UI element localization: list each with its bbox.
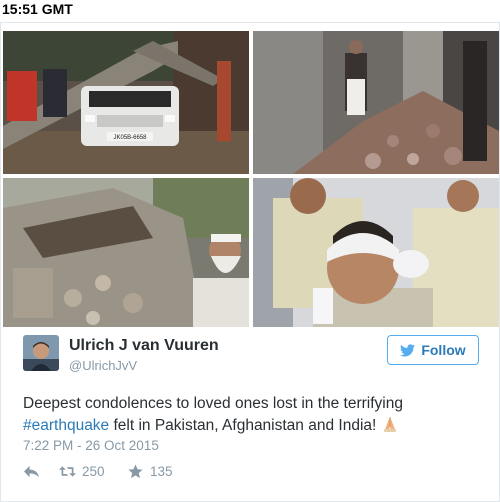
retweet-button[interactable]: 250	[59, 464, 105, 479]
tweet-text-part-1: Deepest condolences to loved ones lost i…	[23, 395, 403, 412]
tweet-timestamp[interactable]: 7:22 PM - 26 Oct 2015	[23, 438, 159, 453]
favorite-count: 135	[150, 464, 173, 479]
photo-collapsed-house-elderly-man-icon	[3, 178, 249, 327]
screenshot-timestamp: 15:51 GMT	[2, 1, 73, 17]
praying-hands-icon	[383, 417, 396, 432]
tweet-action-bar: 250 135	[23, 464, 323, 486]
user-avatar-icon	[23, 335, 59, 371]
tweet-text: Deepest condolences to loved ones lost i…	[23, 393, 483, 437]
license-plate-text: JK05B-6658	[113, 135, 147, 141]
tweet-card: JK05B-6658 Ulrich J van Vuuren @UlrichJv…	[0, 22, 500, 502]
tweet-photo-grid: JK05B-6658	[3, 31, 499, 327]
tweet-author-row: Ulrich J van Vuuren @UlrichJvV Follow	[23, 335, 483, 379]
follow-button-label: Follow	[421, 342, 466, 358]
reply-button[interactable]	[23, 464, 40, 479]
favorite-button[interactable]: 135	[127, 464, 173, 479]
tweet-photo-4[interactable]	[253, 178, 499, 327]
photo-rubble-alley-icon	[253, 31, 499, 174]
photo-car-under-fallen-tree-icon: JK05B-6658	[3, 31, 249, 174]
tweet-text-part-2: felt in Pakistan, Afghanistan and India!	[109, 417, 381, 434]
author-handle[interactable]: @UlrichJvV	[69, 358, 137, 373]
star-icon	[128, 464, 143, 479]
hashtag-link[interactable]: #earthquake	[23, 417, 109, 434]
retweet-icon	[59, 466, 76, 477]
photo-injured-man-bandaged-head-icon	[253, 178, 499, 327]
tweet-photo-2[interactable]	[253, 31, 499, 174]
reply-icon	[24, 465, 39, 478]
tweet-photo-1[interactable]: JK05B-6658	[3, 31, 249, 174]
twitter-bird-icon	[400, 343, 416, 356]
follow-button[interactable]: Follow	[387, 335, 479, 365]
author-display-name[interactable]: Ulrich J van Vuuren	[69, 337, 219, 355]
retweet-count: 250	[82, 464, 105, 479]
tweet-photo-3[interactable]	[3, 178, 249, 327]
avatar[interactable]	[23, 335, 59, 371]
